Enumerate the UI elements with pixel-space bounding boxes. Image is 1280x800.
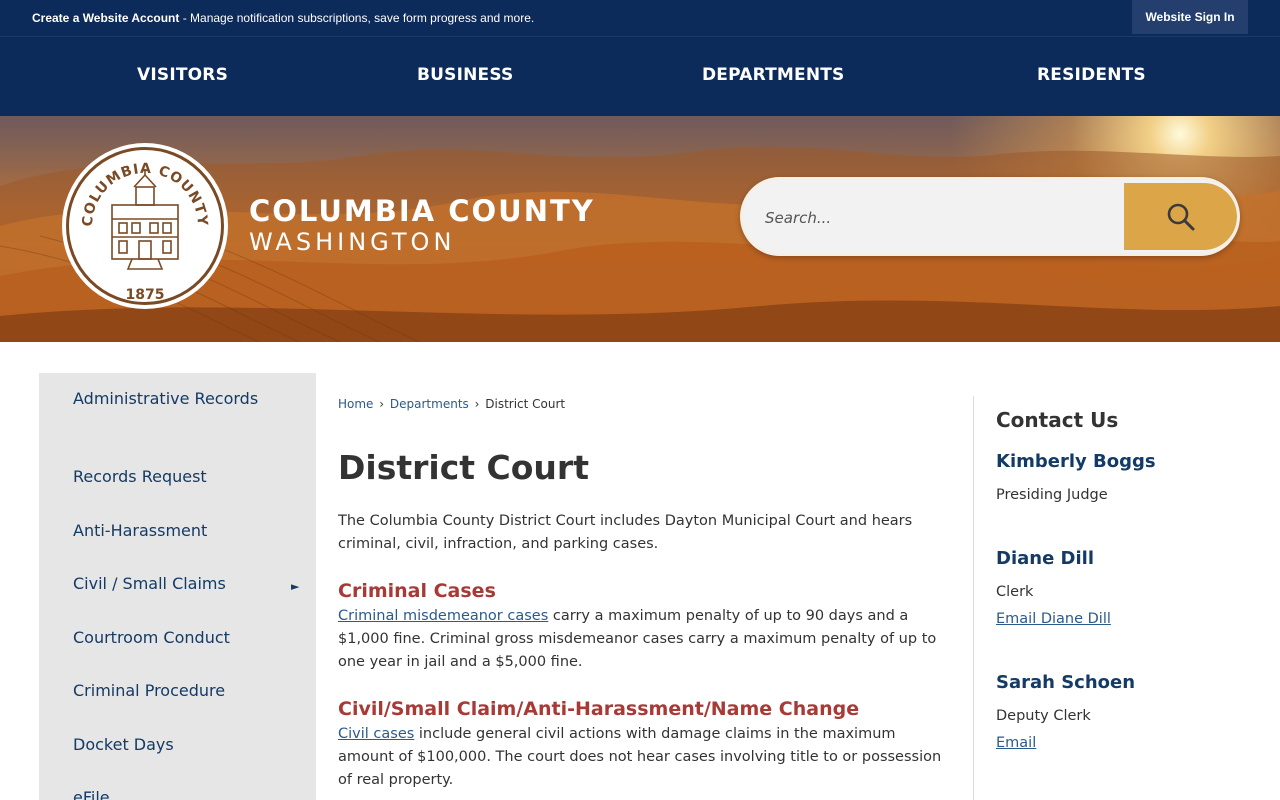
sidebar-item-anti-harassment[interactable]: Anti-Harassment	[73, 518, 207, 543]
contact-role: Clerk	[996, 584, 1034, 600]
courthouse-icon: COLUMBIA COUNTY 1875	[80, 161, 209, 303]
email-sarah-schoen-link[interactable]: Email	[996, 735, 1036, 751]
search-button[interactable]	[1124, 183, 1237, 250]
side-navigation: Administrative Records Records Request A…	[39, 373, 316, 800]
nav-departments[interactable]: DEPARTMENTS	[702, 65, 845, 85]
breadcrumb-separator: ›	[379, 397, 385, 411]
criminal-misdemeanor-link[interactable]: Criminal misdemeanor cases	[338, 608, 548, 624]
sidebar-item-efile[interactable]: eFile	[73, 785, 110, 800]
nav-business[interactable]: BUSINESS	[417, 65, 514, 85]
contact-role: Deputy Clerk	[996, 708, 1091, 724]
contact-role: Presiding Judge	[996, 487, 1108, 503]
breadcrumb: Home › Departments › District Court	[338, 397, 565, 411]
sidebar-item-civil-small-claims[interactable]: Civil / Small Claims	[73, 571, 226, 596]
sidebar-item-courtroom-conduct[interactable]: Courtroom Conduct	[73, 625, 230, 650]
nav-visitors[interactable]: VISITORS	[137, 65, 228, 85]
create-account-link[interactable]: Create a Website Account - Manage notifi…	[32, 11, 534, 25]
page-title: District Court	[338, 448, 589, 487]
site-title[interactable]: COLUMBIA COUNTY	[249, 194, 595, 228]
criminal-cases-heading: Criminal Cases	[338, 580, 496, 602]
civil-cases-paragraph: Civil cases include general civil action…	[338, 726, 942, 788]
main-navigation: VISITORS BUSINESS DEPARTMENTS RESIDENTS	[0, 36, 1280, 116]
breadcrumb-home-link[interactable]: Home	[338, 397, 373, 411]
contact-name: Sarah Schoen	[996, 672, 1136, 693]
contact-us-heading: Contact Us	[996, 408, 1119, 432]
column-divider	[973, 396, 974, 800]
intro-paragraph: The Columbia County District Court inclu…	[338, 513, 913, 552]
search-bar	[740, 177, 1240, 256]
civil-cases-link[interactable]: Civil cases	[338, 726, 414, 742]
county-seal-logo[interactable]: COLUMBIA COUNTY 1875	[62, 143, 228, 309]
expand-arrow-icon[interactable]: ►	[291, 580, 299, 593]
search-input[interactable]	[765, 203, 1105, 233]
civil-cases-heading: Civil/Small Claim/Anti-Harassment/Name C…	[338, 698, 860, 720]
top-account-bar: Create a Website Account - Manage notifi…	[0, 0, 1280, 36]
sidebar-item-records-request[interactable]: Records Request	[73, 464, 207, 489]
email-diane-dill-link[interactable]: Email Diane Dill	[996, 611, 1111, 627]
breadcrumb-separator: ›	[474, 397, 480, 411]
svg-text:1875: 1875	[126, 287, 165, 303]
site-subtitle[interactable]: WASHINGTON	[249, 228, 455, 256]
criminal-cases-paragraph: Criminal misdemeanor cases carry a maxim…	[338, 608, 937, 670]
website-sign-in-button[interactable]: Website Sign In	[1132, 0, 1248, 34]
contact-name: Diane Dill	[996, 548, 1094, 569]
contact-name: Kimberly Boggs	[996, 451, 1156, 472]
search-icon	[1167, 203, 1194, 230]
sidebar-item-administrative-records[interactable]: Administrative Records	[73, 386, 263, 411]
sidebar-item-criminal-procedure[interactable]: Criminal Procedure	[73, 678, 225, 703]
sidebar-item-docket-days[interactable]: Docket Days	[73, 732, 174, 757]
breadcrumb-departments-link[interactable]: Departments	[390, 397, 469, 411]
breadcrumb-current: District Court	[485, 397, 566, 411]
nav-residents[interactable]: RESIDENTS	[1037, 65, 1146, 85]
